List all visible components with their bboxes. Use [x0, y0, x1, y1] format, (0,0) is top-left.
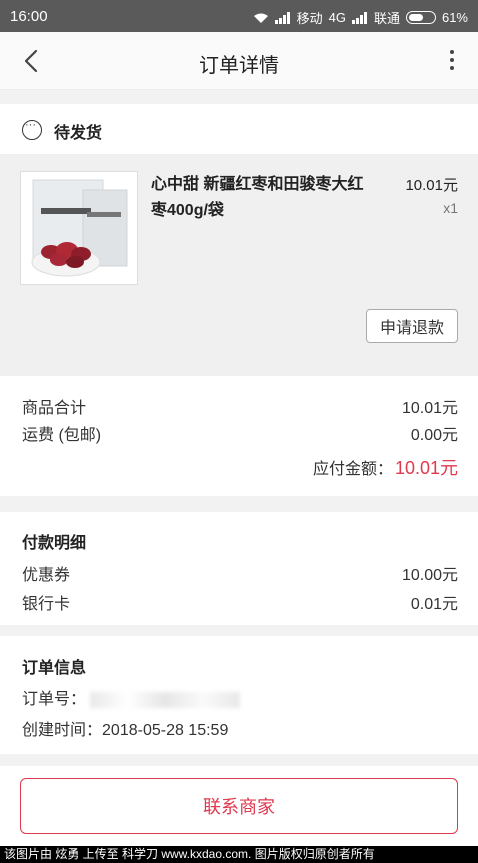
status-indicators: 移动 4G 联通 61%	[253, 8, 468, 27]
shipping-row: 运费 (包邮) 0.00元	[22, 421, 458, 445]
payment-item-label: 优惠券	[22, 567, 71, 584]
order-number-label: 订单号：	[22, 691, 87, 708]
carrier-2: 联通	[373, 11, 400, 26]
product-name[interactable]: 心中甜 新疆红枣和田骏枣大红枣400g/袋	[151, 172, 376, 224]
order-summary: 商品合计 10.01元 运费 (包邮) 0.00元 应付金额： 10.01元	[0, 376, 478, 496]
product-price: 10.01元	[405, 177, 458, 194]
clock-pending-icon	[22, 119, 42, 140]
payment-section: 付款明细 优惠券 10.00元 银行卡 0.01元	[0, 512, 478, 625]
order-info-section: 订单信息 订单号： 创建时间：2018-05-28 15:59	[0, 636, 478, 754]
network-type: 4G	[328, 10, 346, 25]
nav-bar: 订单详情	[0, 32, 478, 90]
created-time-value: 2018-05-28 15:59	[102, 722, 229, 739]
watermark-footer: 该图片由 炫勇 上传至 科学刀 www.kxdao.com. 图片版权归原创者所…	[0, 846, 478, 863]
battery-icon	[405, 11, 436, 24]
payment-item-value: 10.00元	[401, 567, 458, 584]
wifi-icon	[253, 13, 268, 23]
page-title: 订单详情	[199, 55, 279, 77]
created-time-label: 创建时间：	[22, 722, 103, 739]
order-status-row: 待发货	[0, 104, 478, 154]
product-image-icon	[21, 172, 137, 284]
signal-icon-2	[351, 11, 368, 24]
status-time: 16:00	[10, 8, 48, 25]
order-info-title: 订单信息	[22, 660, 87, 677]
more-vertical-icon[interactable]	[448, 50, 456, 74]
product-thumbnail[interactable]	[20, 171, 138, 285]
subtotal-label: 商品合计	[22, 400, 87, 417]
shipping-value: 0.00元	[410, 427, 458, 444]
product-card[interactable]: 心中甜 新疆红枣和田骏枣大红枣400g/袋 10.01元 x1 申请退款	[0, 154, 478, 376]
total-label: 应付金额：	[312, 461, 393, 478]
total-value: 10.01元	[394, 458, 458, 478]
order-status-label: 待发货	[54, 125, 103, 142]
contact-seller-button[interactable]: 联系商家	[20, 778, 458, 834]
total-row: 应付金额： 10.01元	[22, 454, 458, 478]
payment-title: 付款明细	[22, 535, 87, 552]
signal-icon	[274, 11, 291, 24]
payment-item-label: 银行卡	[22, 596, 71, 613]
order-number-row: 订单号：	[22, 685, 458, 709]
shipping-label: 运费 (包邮)	[22, 427, 102, 444]
battery-percent: 61%	[441, 10, 468, 25]
payment-item: 银行卡 0.01元	[22, 590, 458, 614]
subtotal-row: 商品合计 10.01元	[22, 394, 458, 418]
redacted-order-number	[90, 691, 241, 708]
payment-item: 优惠券 10.00元	[22, 561, 458, 585]
contact-area: 联系商家	[0, 766, 478, 846]
product-qty: x1	[443, 200, 458, 216]
carrier-1: 移动	[296, 11, 323, 26]
subtotal-value: 10.01元	[401, 400, 458, 417]
payment-item-value: 0.01元	[410, 596, 458, 613]
status-bar: 16:00 移动 4G 联通 61%	[0, 0, 478, 32]
created-time-row: 创建时间：2018-05-28 15:59	[22, 716, 458, 740]
refund-button[interactable]: 申请退款	[366, 309, 458, 343]
